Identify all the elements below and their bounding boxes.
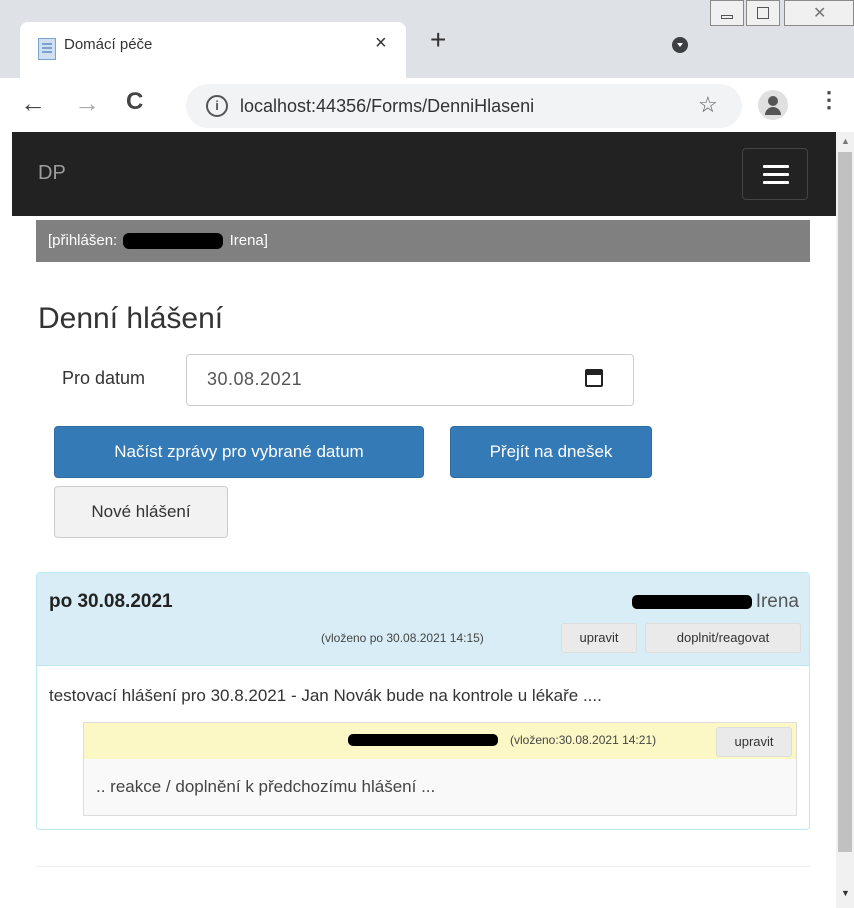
new-tab-icon[interactable]: + [430, 26, 446, 54]
tab-title: Domácí péče [64, 36, 153, 53]
redacted-surname [123, 233, 224, 250]
browser-tab-strip: Domácí péče × + ✕ [0, 0, 854, 78]
hamburger-icon[interactable] [742, 148, 808, 200]
report-inserted-time: (vloženo po 30.08.2021 14:15) [321, 631, 484, 645]
edit-report-button[interactable]: upravit [561, 623, 637, 653]
reaction-inserted-time: (vloženo:30.08.2021 14:21) [510, 733, 657, 747]
browser-tab[interactable]: Domácí péče × [20, 22, 406, 78]
page-scrollbar[interactable]: ▲ ▼ [836, 132, 854, 908]
divider [36, 866, 810, 867]
report-heading: po 30.08.2021 Irena (vloženo po 30.08.20… [37, 573, 809, 666]
scroll-down-icon[interactable]: ▼ [841, 888, 850, 898]
redacted-author-surname [631, 594, 752, 609]
page-viewport: DP [přihlášen: Irena] Denní hlášení Pro … [0, 132, 836, 908]
reaction-text: .. reakce / doplnění k předchozímu hláše… [96, 777, 436, 796]
new-report-button[interactable]: Nové hlášení [54, 486, 228, 538]
document-favicon-icon [38, 38, 56, 60]
date-value[interactable]: 30.08.2021 [207, 369, 302, 390]
report-message: testovací hlášení pro 30.8.2021 - Jan No… [49, 686, 602, 705]
go-to-today-button[interactable]: Přejít na dnešek [450, 426, 652, 478]
window-controls: ✕ [710, 0, 854, 36]
calendar-icon[interactable] [585, 369, 603, 387]
minimize-icon[interactable] [710, 0, 744, 26]
report-author: Irena [631, 591, 799, 613]
site-navbar: DP [12, 132, 836, 216]
reaction-heading: (vloženo:30.08.2021 14:21) upravit [84, 723, 796, 760]
window-close-icon[interactable]: ✕ [784, 0, 854, 26]
browser-toolbar: ← → C i localhost:44356/Forms/DenniHlase… [0, 78, 854, 132]
scroll-up-icon[interactable]: ▲ [841, 136, 850, 146]
kebab-menu-icon[interactable]: ⋮ [818, 88, 840, 112]
maximize-icon[interactable] [746, 0, 780, 26]
date-input[interactable]: 30.08.2021 [186, 354, 634, 406]
load-messages-button[interactable]: Načíst zprávy pro vybrané datum [54, 426, 424, 478]
login-status-bar: [přihlášen: Irena] [36, 220, 810, 262]
page-title: Denní hlášení [38, 302, 224, 335]
redacted-reaction-author [348, 734, 498, 746]
date-label: Pro datum [62, 368, 146, 388]
arrow-right-icon[interactable]: → [74, 88, 100, 119]
edit-reaction-button[interactable]: upravit [716, 727, 792, 757]
reaction-panel: (vloženo:30.08.2021 14:21) upravit .. re… [83, 722, 797, 816]
login-status: [přihlášen: Irena] [48, 232, 268, 250]
report-date: po 30.08.2021 [49, 591, 173, 612]
login-prefix: [přihlášen: [48, 232, 118, 249]
report-panel: po 30.08.2021 Irena (vloženo po 30.08.20… [36, 572, 810, 830]
scroll-thumb[interactable] [838, 152, 852, 852]
info-icon[interactable]: i [206, 95, 228, 117]
address-bar[interactable]: i localhost:44356/Forms/DenniHlaseni ☆ [186, 84, 742, 128]
login-name: Irena] [229, 232, 268, 249]
tab-search-icon[interactable] [672, 37, 688, 53]
tab-close-icon[interactable]: × [375, 32, 387, 55]
brand-link[interactable]: DP [38, 162, 66, 185]
arrow-left-icon[interactable]: ← [20, 88, 46, 119]
url-text[interactable]: localhost:44356/Forms/DenniHlaseni [240, 96, 534, 117]
reload-icon[interactable]: C [126, 88, 143, 116]
reaction-body: .. reakce / doplnění k předchozímu hláše… [84, 759, 796, 815]
add-reply-button[interactable]: doplnit/reagovat [645, 623, 801, 653]
star-icon[interactable]: ☆ [698, 92, 718, 118]
avatar-icon[interactable] [758, 90, 788, 120]
